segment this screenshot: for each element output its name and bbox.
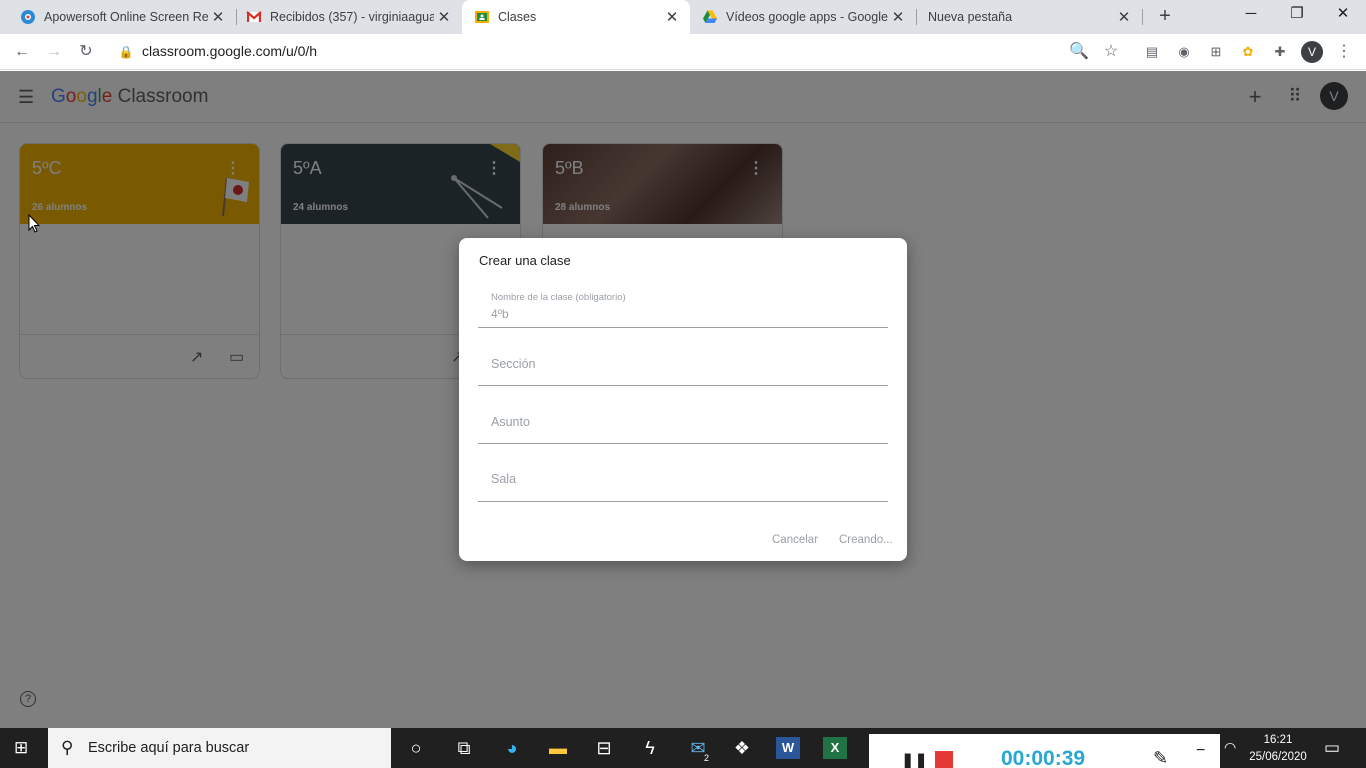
- close-tab-icon[interactable]: ✕: [208, 8, 228, 26]
- minimize-icon[interactable]: ─: [1228, 0, 1274, 30]
- section-placeholder[interactable]: Sección: [491, 357, 535, 371]
- extension-icon[interactable]: ✿: [1238, 42, 1258, 62]
- file-explorer-icon[interactable]: ▬: [546, 737, 570, 759]
- close-tab-icon[interactable]: ✕: [1114, 8, 1134, 26]
- tab-strip: Apowersoft Online Screen Rec ✕ Recibidos…: [0, 0, 1366, 34]
- profile-avatar[interactable]: V: [1301, 41, 1323, 63]
- system-clock[interactable]: 16:21 25/06/2020: [1246, 732, 1310, 766]
- windows-taskbar: ⊞ ⚲ Escribe aquí para buscar ○ ⧉ ◕ ▬ ⊟ ϟ…: [0, 728, 1366, 768]
- mail-badge: 2: [704, 753, 710, 763]
- tab-gmail[interactable]: Recibidos (357) - virginiaaguad ✕: [226, 0, 462, 34]
- cortana-icon[interactable]: ○: [404, 737, 428, 759]
- menu-dots-icon[interactable]: ⋮: [1333, 41, 1355, 63]
- tab-title: Recibidos (357) - virginiaaguad: [270, 10, 434, 24]
- forward-icon[interactable]: →: [43, 41, 65, 63]
- subject-placeholder[interactable]: Asunto: [491, 415, 530, 429]
- windows-start-icon[interactable]: ⊞: [14, 739, 34, 757]
- pause-icon[interactable]: ❚❚: [901, 751, 928, 768]
- word-icon[interactable]: W: [776, 737, 800, 759]
- recording-timer: 00:00:39: [1001, 747, 1086, 768]
- mail-icon[interactable]: ✉ 2: [686, 737, 710, 763]
- notifications-icon[interactable]: ▭: [1324, 738, 1340, 758]
- class-name-field[interactable]: Nombre de la clase (obligatorio) 4ºb: [478, 290, 888, 328]
- excel-icon[interactable]: X: [823, 737, 847, 759]
- restore-icon[interactable]: ❐: [1274, 0, 1320, 30]
- apowersoft-icon: [21, 10, 35, 24]
- gmail-icon: [246, 11, 262, 22]
- drive-icon: [703, 10, 717, 23]
- browser-toolbar: ← → ↻ 🔒 classroom.google.com/u/0/h 🔍 ☆ ▤…: [0, 34, 1366, 70]
- pen-icon[interactable]: ✎: [1153, 748, 1168, 768]
- tab-separator: [1142, 9, 1143, 25]
- dialog-title: Crear una clase: [479, 253, 571, 268]
- room-placeholder[interactable]: Sala: [491, 472, 516, 486]
- puzzle-icon[interactable]: ✚: [1270, 42, 1290, 62]
- lock-icon[interactable]: 🔒: [115, 41, 137, 63]
- close-tab-icon[interactable]: ✕: [662, 8, 682, 26]
- zoom-icon[interactable]: 🔍: [1068, 41, 1090, 63]
- close-tab-icon[interactable]: ✕: [434, 8, 454, 26]
- mouse-cursor-icon: [28, 214, 40, 233]
- back-icon[interactable]: ←: [11, 41, 33, 63]
- tab-new[interactable]: Nueva pestaña ✕: [916, 0, 1142, 34]
- search-placeholder[interactable]: Escribe aquí para buscar: [88, 740, 249, 756]
- screen-recorder-bar: ❚❚ 00:00:39 ✎ −: [869, 734, 1220, 768]
- taskbar-search[interactable]: ⚲ Escribe aquí para buscar: [48, 728, 391, 768]
- extension-icon[interactable]: ◉: [1174, 42, 1194, 62]
- clock-time: 16:21: [1263, 734, 1293, 746]
- create-class-dialog: Crear una clase Nombre de la clase (obli…: [459, 238, 907, 561]
- extension-icon[interactable]: ▤: [1142, 42, 1162, 62]
- minimize-recorder-icon[interactable]: −: [1196, 742, 1205, 760]
- create-button[interactable]: Creando...: [839, 534, 893, 546]
- cancel-button[interactable]: Cancelar: [772, 534, 818, 546]
- clock-date: 25/06/2020: [1249, 751, 1307, 763]
- tab-title: Nueva pestaña: [928, 10, 1013, 24]
- stop-icon[interactable]: [935, 751, 953, 768]
- classroom-icon: [475, 11, 489, 23]
- app-icon[interactable]: ϟ: [638, 737, 662, 759]
- new-tab-icon[interactable]: +: [1154, 6, 1176, 28]
- tab-title: Clases: [498, 10, 537, 24]
- bookmark-star-icon[interactable]: ☆: [1100, 41, 1122, 63]
- edge-icon[interactable]: ◕: [500, 737, 524, 759]
- address-bar[interactable]: classroom.google.com/u/0/h: [142, 43, 317, 59]
- store-icon[interactable]: ⊟: [592, 737, 616, 759]
- search-icon: ⚲: [61, 738, 74, 757]
- tab-title: Apowersoft Online Screen Rec: [44, 10, 208, 24]
- tab-clases[interactable]: Clases ✕: [462, 0, 690, 34]
- class-name-label: Nombre de la clase (obligatorio): [491, 292, 626, 303]
- close-tab-icon[interactable]: ✕: [888, 8, 908, 26]
- tab-title: Vídeos google apps - Google: [726, 10, 888, 24]
- task-view-icon[interactable]: ⧉: [452, 737, 476, 759]
- section-field[interactable]: Sección: [478, 348, 888, 386]
- subject-field[interactable]: Asunto: [478, 406, 888, 444]
- close-window-icon[interactable]: ✕: [1320, 0, 1366, 30]
- network-icon[interactable]: ◠: [1224, 739, 1236, 756]
- tab-apowersoft[interactable]: Apowersoft Online Screen Rec ✕: [0, 0, 236, 34]
- room-field[interactable]: Sala: [478, 463, 888, 502]
- tab-drive[interactable]: Vídeos google apps - Google ✕: [690, 0, 916, 34]
- class-name-value[interactable]: 4ºb: [491, 307, 509, 321]
- dropbox-icon[interactable]: ❖: [730, 737, 754, 759]
- extension-icon[interactable]: ⊞: [1206, 42, 1226, 62]
- reload-icon[interactable]: ↻: [75, 41, 97, 63]
